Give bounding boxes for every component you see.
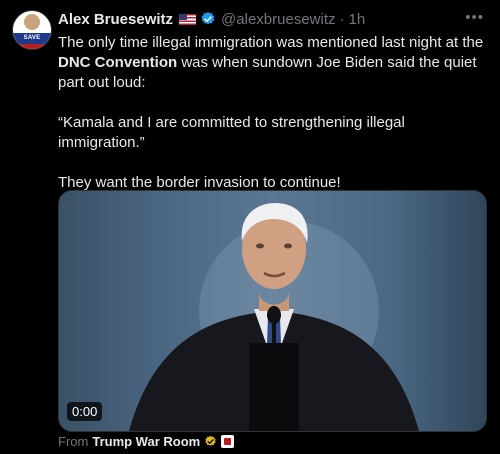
avatar-stripe [13,44,51,49]
avatar-label: SAVE AMERICA [13,33,51,49]
tweet-text-part: The only time illegal immigration was me… [58,34,484,51]
avatar-face [24,14,40,30]
tweet-paragraph-1: The only time illegal immigration was me… [58,33,486,93]
tweet-text: The only time illegal immigration was me… [58,33,486,193]
us-flag-icon [179,13,197,25]
video-frame [129,203,419,431]
video-player[interactable]: 0:00 [58,190,487,432]
affiliate-badge-icon [221,435,235,448]
tweet-time[interactable]: 1h [349,11,366,28]
author-name[interactable]: Alex Bruesewitz [58,11,173,28]
attribution-source[interactable]: Trump War Room [92,434,200,449]
author-handle[interactable]: @alexbruesewitz [221,11,335,28]
attribution: From Trump War Room [58,434,235,449]
separator-dot: · [339,10,345,28]
verified-icon [201,12,215,25]
attribution-prefix: From [58,434,89,449]
gold-verified-icon [205,435,216,446]
avatar[interactable]: SAVE AMERICA [12,10,52,50]
more-icon[interactable]: ••• [465,9,484,26]
tweet-quote: “Kamala and I are committed to strengthe… [58,114,405,151]
tweet-header: Alex Bruesewitz @alexbruesewitz · 1h ••• [58,9,488,29]
tweet-bold-text: DNC Convention [58,54,178,71]
video-duration: 0:00 [67,402,103,421]
